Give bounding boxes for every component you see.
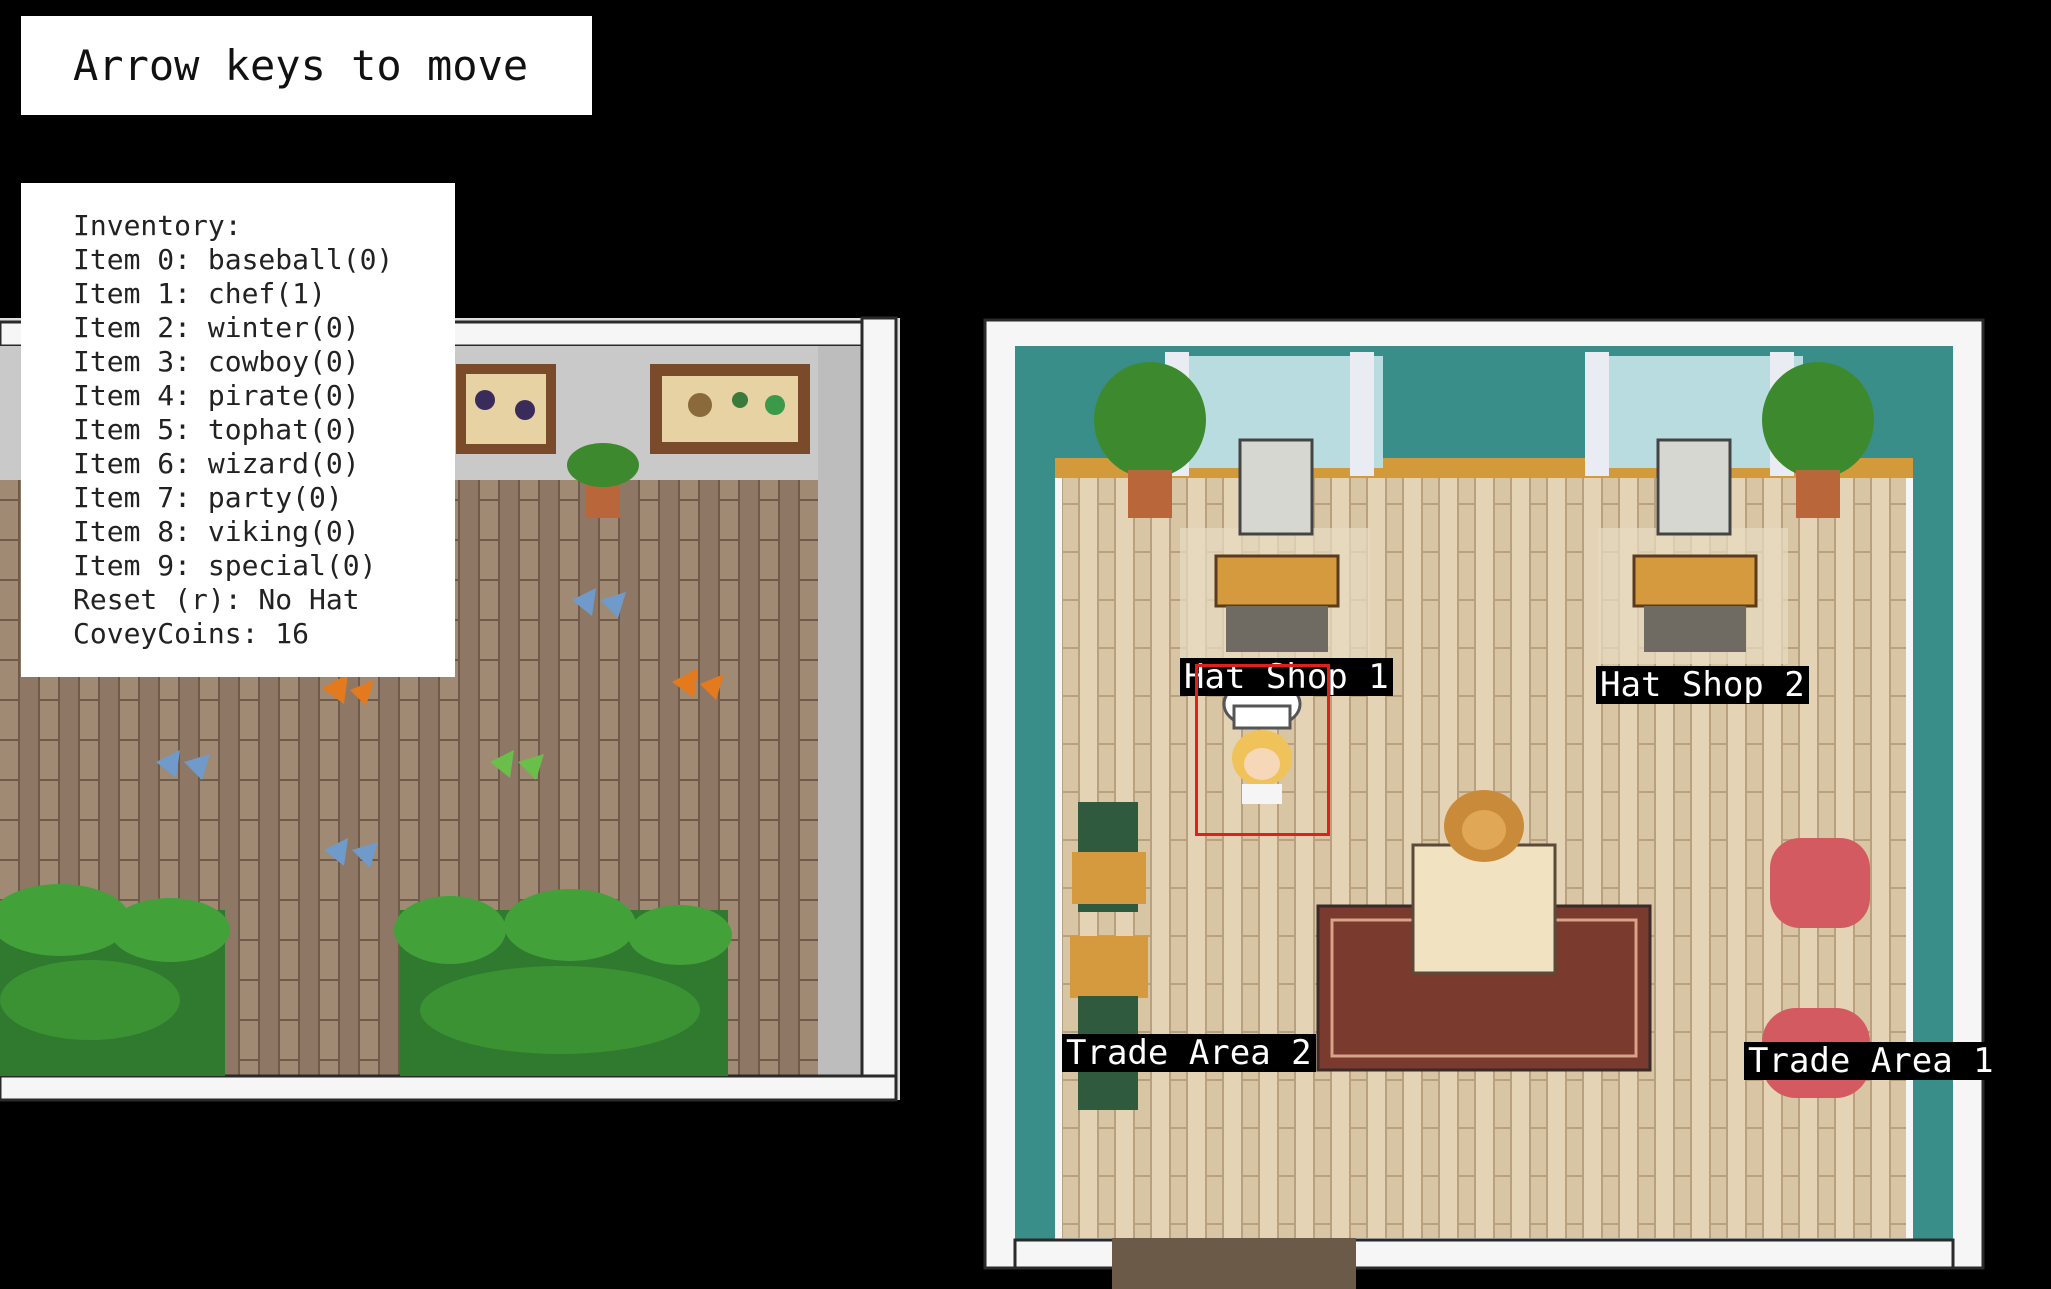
- trade-area-1-label: Trade Area 1: [1744, 1042, 1998, 1080]
- inventory-title: Inventory:: [73, 209, 242, 242]
- inventory-panel: Inventory: Item 0: baseball(0) Item 1: c…: [21, 183, 455, 677]
- controls-hint: Arrow keys to move: [21, 16, 592, 115]
- hat-shop-2-label: Hat Shop 2: [1596, 666, 1809, 704]
- right-room: [983, 318, 1985, 1289]
- inventory-item: Item 7: party(0): [73, 481, 343, 514]
- inventory-item: Item 9: special(0): [73, 549, 377, 582]
- inventory-item: Item 8: viking(0): [73, 515, 360, 548]
- trade-area-2-label: Trade Area 2: [1062, 1034, 1316, 1072]
- inventory-item: Item 3: cowboy(0): [73, 345, 360, 378]
- bug-frame-1: [456, 364, 556, 454]
- player-highlight: [1195, 664, 1330, 836]
- coin-count: CoveyCoins: 16: [73, 617, 310, 650]
- inventory-item: Item 4: pirate(0): [73, 379, 360, 412]
- butterfly-frame: [650, 364, 810, 454]
- inventory-item: Item 5: tophat(0): [73, 413, 360, 446]
- inventory-item: Item 2: winter(0): [73, 311, 360, 344]
- inventory-item: Item 1: chef(1): [73, 277, 326, 310]
- inventory-item: Item 6: wizard(0): [73, 447, 360, 480]
- reset-hint: Reset (r): No Hat: [73, 583, 360, 616]
- inventory-item: Item 0: baseball(0): [73, 243, 394, 276]
